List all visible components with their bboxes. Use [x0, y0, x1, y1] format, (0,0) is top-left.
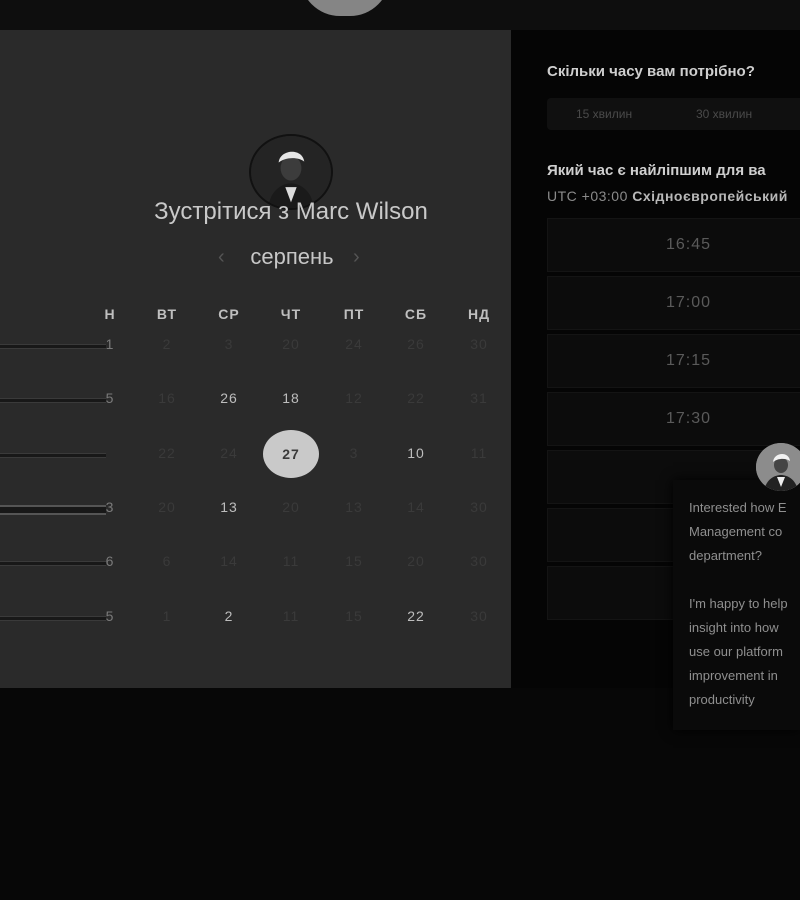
time-slot[interactable]: 17:15 [547, 334, 800, 388]
weekday-label: ВТ [156, 306, 178, 322]
calendar-day[interactable]: 3 [209, 336, 249, 352]
calendar-day[interactable]: 24 [209, 445, 249, 461]
calendar-week-row: 6 6 14 11 15 20 30 [0, 545, 511, 581]
weekday-label: СБ [404, 306, 428, 322]
calendar-day[interactable]: 22 [396, 608, 436, 624]
calendar-day[interactable]: 14 [209, 553, 249, 569]
chat-popup[interactable]: Interested how E Management co departmen… [673, 480, 800, 730]
time-slot-label: 17:30 [665, 410, 712, 427]
calendar-week-row: 5 16 26 18 12 22 31 [0, 382, 511, 418]
calendar-day[interactable]: 1 [147, 608, 187, 624]
calendar-week-row: 3 20 13 20 13 14 30 [0, 491, 511, 527]
weekday-header: Н ВТ СР ЧТ ПТ СБ НД [0, 306, 511, 324]
calendar-day[interactable]: 30 [459, 608, 499, 624]
chat-avatar[interactable] [756, 443, 800, 491]
calendar-day[interactable]: 24 [334, 336, 374, 352]
duration-selector: 15 хвилин 30 хвилин [547, 98, 800, 130]
calendar-day[interactable]: 11 [271, 553, 311, 569]
top-header [0, 0, 800, 30]
calendar-day[interactable]: 22 [396, 390, 436, 406]
month-navigation: ‹ серпень › [212, 244, 372, 274]
calendar-week-row: 1 2 3 20 24 26 30 [0, 328, 511, 364]
duration-option-15[interactable]: 15 хвилин [576, 107, 632, 121]
calendar-day[interactable]: 5 [90, 608, 130, 624]
time-slot-label: 17:15 [665, 352, 712, 369]
calendar-day[interactable]: 6 [147, 553, 187, 569]
logo [300, 0, 390, 16]
time-question: Який час є найліпшим для ва [547, 162, 766, 179]
calendar-day[interactable]: 16 [147, 390, 187, 406]
time-slot-label: 16:45 [665, 236, 712, 253]
calendar-day[interactable]: 26 [396, 336, 436, 352]
calendar-day[interactable]: 26 [209, 390, 249, 406]
calendar-day[interactable]: 30 [459, 499, 499, 515]
calendar-day[interactable]: 15 [334, 608, 374, 624]
calendar-week-row: 5 1 2 11 15 22 30 [0, 600, 511, 636]
calendar-day[interactable]: 14 [396, 499, 436, 515]
calendar-day[interactable]: 30 [459, 336, 499, 352]
weekday-label: НД [467, 306, 491, 322]
calendar-day[interactable]: 3 [90, 499, 130, 515]
time-slot[interactable]: 17:00 [547, 276, 800, 330]
timezone-name: Східноєвропейський [632, 188, 788, 204]
calendar-day[interactable]: 11 [271, 608, 311, 624]
calendar-panel: Зустрітися з Marc Wilson ‹ серпень › Н ВТ… [0, 30, 511, 688]
calendar-day[interactable]: 2 [147, 336, 187, 352]
calendar-day[interactable]: 18 [271, 390, 311, 406]
time-slot[interactable]: 16:45 [547, 218, 800, 272]
time-slot-label: 17:00 [665, 294, 712, 311]
meeting-title: Зустрітися з Marc Wilson [154, 198, 428, 225]
chevron-right-icon[interactable]: › [353, 246, 360, 269]
duration-option-30[interactable]: 30 хвилин [696, 107, 752, 121]
weekday-label: Н [104, 306, 116, 322]
duration-question: Скільки часу вам потрібно? [547, 63, 755, 80]
calendar-week-row: 22 24 27 3 10 11 [0, 430, 511, 478]
chat-message: Interested how E Management co departmen… [689, 500, 788, 707]
calendar-day[interactable]: 10 [396, 445, 436, 461]
calendar-day[interactable]: 6 [90, 553, 130, 569]
calendar-day[interactable]: 12 [334, 390, 374, 406]
week-row-divider [0, 453, 106, 458]
calendar-day[interactable]: 13 [209, 499, 249, 515]
calendar-day[interactable]: 20 [271, 499, 311, 515]
calendar-day[interactable]: 30 [459, 553, 499, 569]
calendar-day[interactable]: 3 [334, 445, 374, 461]
timezone-offset: UTC +03:00 [547, 188, 628, 204]
calendar-day[interactable]: 15 [334, 553, 374, 569]
calendar-day[interactable]: 22 [147, 445, 187, 461]
calendar-day[interactable]: 13 [334, 499, 374, 515]
calendar-day[interactable]: 31 [459, 390, 499, 406]
calendar-day[interactable]: 11 [459, 445, 499, 461]
calendar-day[interactable]: 1 [90, 336, 130, 352]
calendar-day[interactable]: 20 [147, 499, 187, 515]
timezone-label[interactable]: UTC +03:00 Східноєвропейський [547, 188, 788, 204]
calendar-day[interactable]: 5 [90, 390, 130, 406]
calendar-day[interactable]: 20 [396, 553, 436, 569]
calendar-day[interactable]: 2 [209, 608, 249, 624]
calendar-day-selected[interactable]: 27 [263, 430, 319, 478]
time-slot[interactable]: 17:30 [547, 392, 800, 446]
weekday-label: СР [218, 306, 240, 322]
weekday-label: ПТ [343, 306, 365, 322]
calendar-day[interactable]: 20 [271, 336, 311, 352]
month-label: серпень [250, 244, 334, 269]
weekday-label: ЧТ [280, 306, 302, 322]
